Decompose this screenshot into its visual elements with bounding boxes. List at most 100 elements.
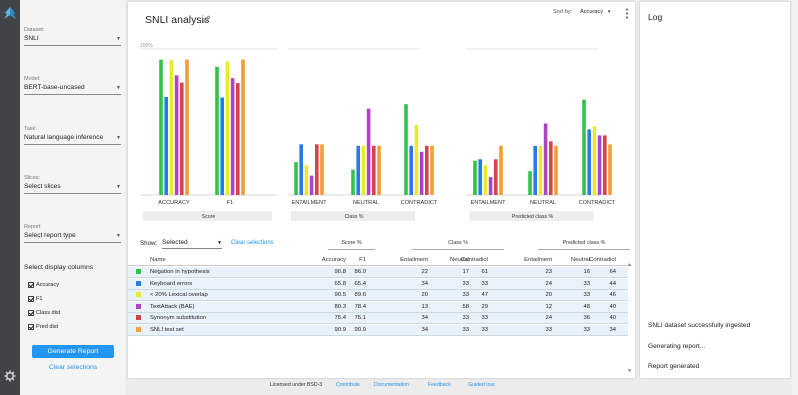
row-cell: F1 bbox=[359, 257, 366, 263]
chart-bar bbox=[473, 160, 477, 195]
log-entry: SNLI dataset successfully ingested bbox=[648, 322, 751, 329]
app-logo-icon[interactable] bbox=[2, 6, 18, 22]
chart-bar bbox=[180, 82, 184, 195]
column-checkbox-pred-dist[interactable]: Pred dist bbox=[28, 324, 58, 330]
chart-bar bbox=[404, 104, 408, 195]
table-row[interactable]: Keyboard errors 65.8 65.4 34 33 33 24 33 44 bbox=[128, 278, 628, 290]
row-cell: 75.4 bbox=[334, 315, 346, 321]
row-cell: Contradict bbox=[589, 257, 616, 263]
row-cell: Entailment bbox=[524, 257, 552, 263]
pred-group-header: Predicted class % bbox=[538, 240, 630, 250]
chart-bar bbox=[528, 171, 532, 195]
task-select[interactable]: Task: Natural language inference ▼ bbox=[24, 126, 121, 145]
row-name: Keyboard errors bbox=[150, 280, 193, 287]
row-cell: 58 bbox=[462, 303, 469, 310]
contribute-link[interactable]: Contribute bbox=[336, 382, 360, 388]
page-scrollbar[interactable] bbox=[792, 0, 798, 395]
row-cell: Accuracy bbox=[321, 257, 346, 263]
checkbox-label: Pred dist bbox=[36, 324, 59, 330]
charts-area: 100% ACCURACY F1 Score ENTAILMENT NEUTRAL CONT… bbox=[140, 43, 616, 221]
row-cell: 33 bbox=[583, 292, 590, 298]
row-cell: 13 bbox=[421, 303, 428, 310]
chevron-down-icon: ▼ bbox=[116, 184, 121, 190]
chart-bar bbox=[488, 177, 493, 195]
chart-category-label: ENTAILMENT bbox=[470, 200, 506, 206]
checkbox-checked-icon bbox=[28, 282, 34, 288]
row-cell: 33 bbox=[462, 292, 469, 298]
row-cell: 89.6 bbox=[354, 292, 366, 298]
chart-category-label: ACCURACY bbox=[158, 200, 190, 206]
row-cell: 33 bbox=[583, 326, 590, 333]
guided-tour-link[interactable]: Guided tour bbox=[468, 382, 495, 388]
chart-bar bbox=[372, 145, 376, 195]
settings-gear-icon[interactable] bbox=[4, 370, 16, 382]
chart-bar bbox=[356, 145, 360, 195]
row-cell: 90.5 bbox=[334, 292, 346, 298]
chart-bar bbox=[533, 145, 537, 195]
chart-bar bbox=[299, 144, 303, 195]
app-rail bbox=[0, 0, 20, 395]
row-cell: 44 bbox=[609, 280, 616, 287]
column-checkbox-class-dist[interactable]: Class dist bbox=[28, 310, 60, 316]
chart-category-label: NEUTRAL bbox=[353, 200, 379, 206]
chevron-down-icon: ▼ bbox=[116, 233, 121, 239]
row-cell: 34 bbox=[609, 326, 616, 333]
slices-value: Select slices bbox=[24, 183, 61, 190]
row-cell: Entailment bbox=[400, 257, 428, 263]
chart-bar bbox=[241, 59, 245, 196]
row-cell: 12 bbox=[545, 303, 552, 310]
column-checkbox-f1[interactable]: F1 bbox=[28, 296, 43, 302]
documentation-link[interactable]: Documentation bbox=[374, 382, 409, 388]
row-cell: 20 bbox=[421, 292, 428, 298]
chart-category-label: NEUTRAL bbox=[530, 200, 556, 206]
chart-category-label: F1 bbox=[227, 200, 234, 206]
clear-selections-link[interactable]: Clear selections bbox=[32, 364, 114, 371]
log-title: Log bbox=[648, 12, 663, 22]
chart-category-label: CONTRADICT bbox=[579, 200, 616, 206]
table-row[interactable]: SNLI test set 90.9 90.9 34 33 33 33 33 34 bbox=[128, 324, 628, 336]
table-row[interactable]: < 20% Lexical overlap 90.5 89.6 20 33 47 20 33 4… bbox=[128, 290, 628, 301]
chart-bar bbox=[543, 123, 548, 195]
row-cell: 48 bbox=[583, 303, 590, 310]
row-cell: 90.8 bbox=[334, 269, 346, 275]
row-cell: 34 bbox=[421, 315, 428, 321]
chart-bar bbox=[603, 135, 607, 195]
chart-bar bbox=[597, 135, 602, 195]
table-row[interactable]: Negation in hypothesis 90.8 86.0 22 17 61 23 16… bbox=[128, 267, 628, 278]
chart-bar bbox=[169, 60, 174, 195]
feedback-link[interactable]: Feedback bbox=[428, 382, 451, 388]
row-cell: 23 bbox=[545, 269, 552, 275]
model-select[interactable]: Model: BERT-base-uncased ▼ bbox=[24, 76, 121, 95]
column-checkbox-accuracy[interactable]: Accuracy bbox=[28, 282, 59, 288]
dataset-select[interactable]: Dataset: SNLI ▼ bbox=[24, 27, 121, 46]
log-entry: Report generated bbox=[648, 363, 700, 370]
chart-bar bbox=[215, 66, 219, 195]
score-group-header: Score % bbox=[328, 240, 375, 250]
report-type-select[interactable]: Report Select report type ▼ bbox=[24, 224, 121, 243]
chart-bar bbox=[499, 145, 503, 195]
chart-bar bbox=[538, 145, 543, 195]
chart-bar bbox=[478, 159, 482, 195]
chart-bar bbox=[366, 108, 371, 195]
row-cell: 33 bbox=[583, 280, 590, 287]
display-columns-title: Select display columns bbox=[24, 264, 94, 271]
table-row[interactable]: TextAttack (BAE) 80.3 78.4 13 58 29 12 48 40 bbox=[128, 301, 628, 313]
checkbox-label: Class dist bbox=[36, 310, 61, 316]
show-select[interactable]: Selected ▼ bbox=[162, 239, 222, 249]
chart-footer-label: Predicted class % bbox=[512, 214, 554, 220]
table-row[interactable]: Synonym substitution 75.4 75.1 34 33 33 24 36 40 bbox=[128, 313, 628, 324]
generate-report-button[interactable]: Generate Report bbox=[32, 345, 114, 358]
color-swatch-icon bbox=[136, 280, 141, 286]
clear-selections-table-link[interactable]: Clear selections bbox=[231, 240, 274, 246]
color-swatch-icon bbox=[136, 326, 141, 332]
slices-label: Slices: bbox=[24, 175, 41, 181]
scroll-down-icon[interactable]: ▼ bbox=[627, 368, 632, 374]
row-cell: 36 bbox=[583, 315, 590, 321]
chart-bar bbox=[309, 175, 314, 195]
checkbox-checked-icon bbox=[28, 324, 34, 330]
row-cell: 78.4 bbox=[354, 303, 366, 310]
table-scrollbar[interactable]: ▲ ▼ bbox=[627, 262, 633, 374]
slices-select[interactable]: Slices: Select slices ▼ bbox=[24, 175, 121, 194]
chart-bar bbox=[294, 162, 298, 195]
scroll-up-icon[interactable]: ▲ bbox=[627, 262, 632, 268]
